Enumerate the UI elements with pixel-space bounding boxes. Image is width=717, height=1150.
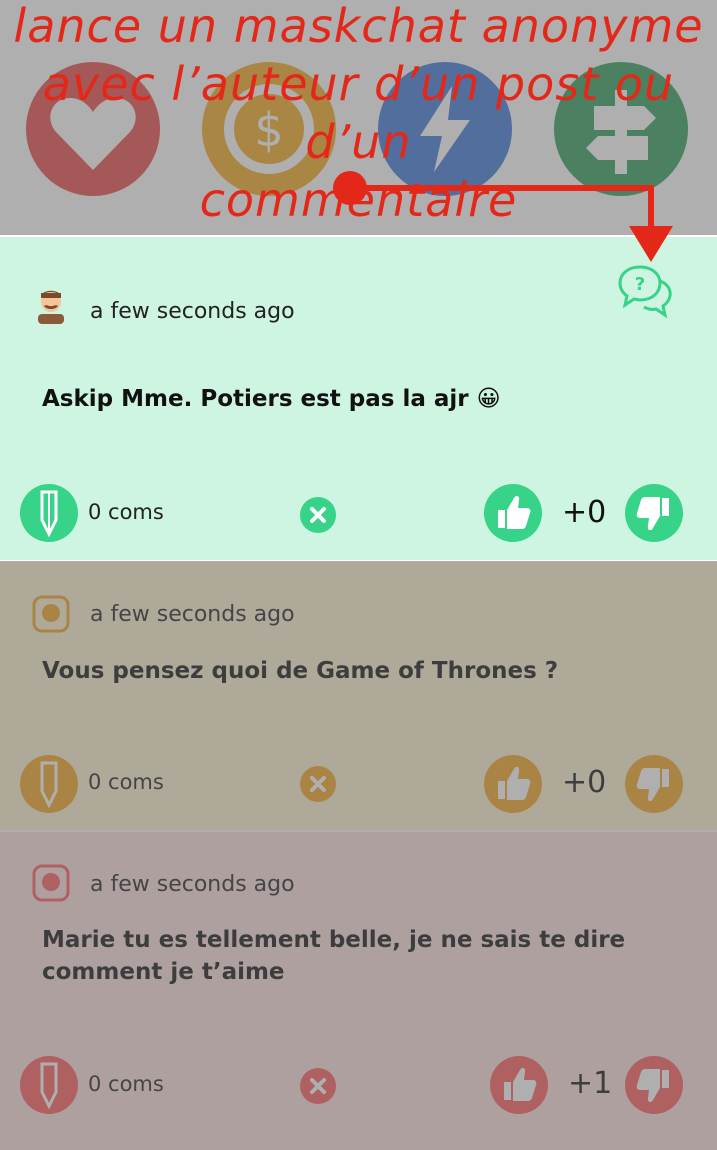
comment-count[interactable]: 0 coms xyxy=(88,770,164,794)
post-time: a few seconds ago xyxy=(90,602,295,627)
comment-count[interactable]: 0 coms xyxy=(88,500,164,524)
pen-icon xyxy=(40,761,58,809)
thumbs-down-icon xyxy=(636,497,669,531)
vote-score: +0 xyxy=(562,495,607,530)
mask-icon xyxy=(32,595,70,633)
downvote-button[interactable] xyxy=(625,484,683,542)
hide-post-button[interactable] xyxy=(300,766,336,802)
avatar xyxy=(32,595,70,633)
post-time: a few seconds ago xyxy=(90,299,295,324)
close-icon xyxy=(310,507,326,523)
annotation-arrow xyxy=(333,171,673,262)
mask-icon xyxy=(32,864,70,902)
downvote-button[interactable] xyxy=(625,755,683,813)
post-card: a few seconds ago Vous pensez quoi de Ga… xyxy=(0,562,717,830)
thumbs-up-icon xyxy=(498,766,531,800)
thumbs-down-icon xyxy=(636,1069,669,1103)
post-text: Marie tu es tellement belle, je ne sais … xyxy=(42,927,626,985)
comment-count[interactable]: 0 coms xyxy=(88,1072,164,1096)
upvote-button[interactable] xyxy=(484,484,542,542)
pen-icon xyxy=(40,1062,58,1110)
avatar xyxy=(32,864,70,902)
post-time: a few seconds ago xyxy=(90,872,295,897)
upvote-button[interactable] xyxy=(484,755,542,813)
vote-score: +0 xyxy=(562,765,607,800)
comment-button[interactable] xyxy=(20,755,78,813)
post-text: Askip Mme. Potiers est pas la ajr 😀 xyxy=(42,386,501,412)
thumbs-down-icon xyxy=(636,768,669,802)
downvote-button[interactable] xyxy=(625,1056,683,1114)
comment-button[interactable] xyxy=(20,484,78,542)
thumbs-up-icon xyxy=(498,495,531,529)
post-text: Vous pensez quoi de Game of Thrones ? xyxy=(42,658,559,684)
upvote-button[interactable] xyxy=(490,1056,548,1114)
hide-post-button[interactable] xyxy=(300,497,336,533)
pen-icon xyxy=(40,490,58,538)
post-card: a few seconds ago Marie tu es tellement … xyxy=(0,832,717,1150)
thumbs-up-icon xyxy=(504,1067,537,1101)
vote-score: +1 xyxy=(568,1066,613,1101)
close-icon xyxy=(310,776,326,792)
close-icon xyxy=(310,1078,326,1094)
comment-button[interactable] xyxy=(20,1056,78,1114)
hide-post-button[interactable] xyxy=(300,1068,336,1104)
